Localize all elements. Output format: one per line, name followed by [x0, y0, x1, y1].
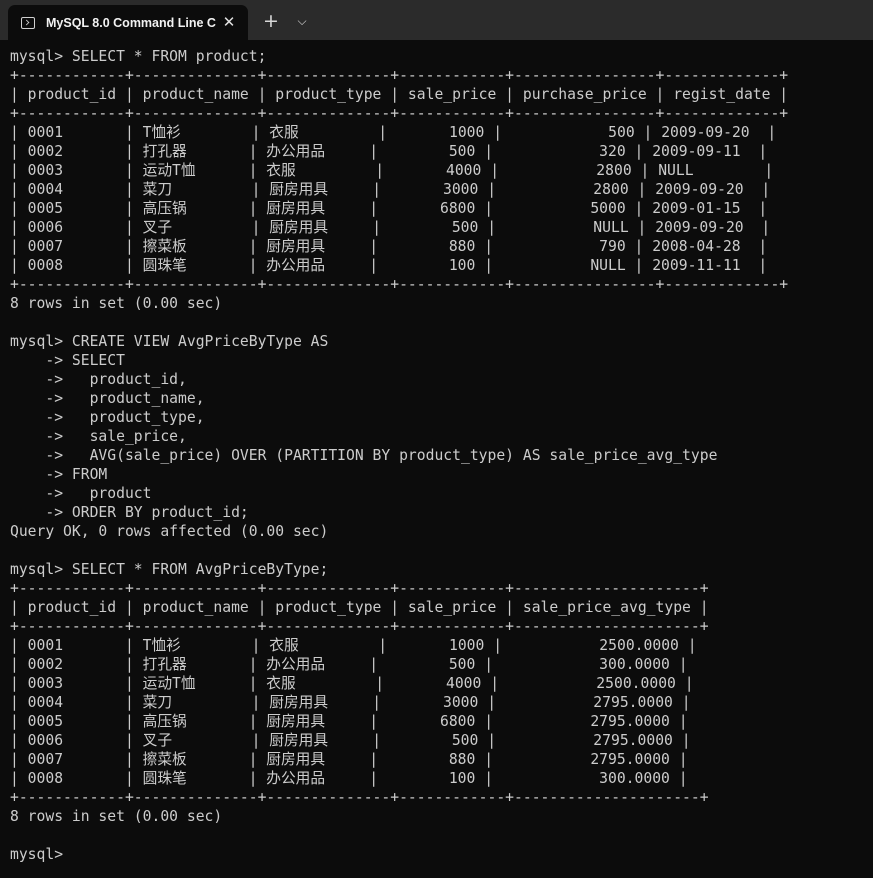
terminal-line: | 0007 | 擦菜板 | 厨房用具 | 880 | 790 | 2008-0…	[10, 238, 768, 255]
terminal-line: | 0004 | 菜刀 | 厨房用具 | 3000 | 2795.0000 |	[10, 694, 691, 711]
terminal-line: mysql>	[10, 846, 72, 863]
terminal-line: 8 rows in set (0.00 sec)	[10, 808, 223, 825]
tab-title: MySQL 8.0 Command Line Cli	[46, 15, 216, 30]
terminal-line: +------------+--------------+-----------…	[10, 67, 789, 84]
terminal-line: +------------+--------------+-----------…	[10, 618, 709, 635]
terminal-line: | 0007 | 擦菜板 | 厨房用具 | 880 | 2795.0000 |	[10, 751, 688, 768]
terminal-line: mysql> SELECT * FROM AvgPriceByType;	[10, 561, 329, 578]
terminal-line: +------------+--------------+-----------…	[10, 276, 789, 293]
terminal-line: -> sale_price,	[10, 428, 187, 445]
terminal-line: | product_id | product_name | product_ty…	[10, 86, 789, 103]
close-icon[interactable]: ✕	[220, 13, 238, 31]
terminal-line: -> FROM	[10, 466, 108, 483]
tab-mysql-cli[interactable]: MySQL 8.0 Command Line Cli ✕	[8, 5, 248, 40]
terminal-line: | 0008 | 圆珠笔 | 办公用品 | 100 | NULL | 2009-…	[10, 257, 768, 274]
terminal-line: +------------+--------------+-----------…	[10, 105, 789, 122]
terminal-line: | 0002 | 打孔器 | 办公用品 | 500 | 320 | 2009-0…	[10, 143, 768, 160]
terminal-line: | 0008 | 圆珠笔 | 办公用品 | 100 | 300.0000 |	[10, 770, 688, 787]
terminal-line: -> product_type,	[10, 409, 205, 426]
terminal-line: | 0005 | 高压锅 | 厨房用具 | 6800 | 5000 | 2009…	[10, 200, 768, 217]
terminal-line: -> product_id,	[10, 371, 187, 388]
terminal-line: | 0004 | 菜刀 | 厨房用具 | 3000 | 2800 | 2009-…	[10, 181, 771, 198]
terminal-line: | 0003 | 运动T恤 | 衣服 | 4000 | 2500.0000 |	[10, 675, 694, 692]
terminal-icon	[21, 16, 35, 29]
tab-bar: MySQL 8.0 Command Line Cli ✕ + ⌵	[0, 0, 873, 40]
terminal-line: +------------+--------------+-----------…	[10, 580, 709, 597]
chevron-down-icon[interactable]: ⌵	[291, 10, 313, 32]
terminal-line: | 0005 | 高压锅 | 厨房用具 | 6800 | 2795.0000 |	[10, 713, 688, 730]
terminal-line: -> product_name,	[10, 390, 205, 407]
terminal-line: mysql> CREATE VIEW AvgPriceByType AS	[10, 333, 329, 350]
terminal-window: MySQL 8.0 Command Line Cli ✕ + ⌵ mysql> …	[0, 0, 873, 878]
terminal-line: | 0006 | 叉子 | 厨房用具 | 500 | NULL | 2009-0…	[10, 219, 771, 236]
terminal-line: -> ORDER BY product_id;	[10, 504, 249, 521]
terminal-line: | product_id | product_name | product_ty…	[10, 599, 709, 616]
terminal-line: | 0001 | T恤衫 | 衣服 | 1000 | 500 | 2009-09…	[10, 124, 777, 141]
terminal-line: | 0001 | T恤衫 | 衣服 | 1000 | 2500.0000 |	[10, 637, 697, 654]
terminal-line: +------------+--------------+-----------…	[10, 789, 709, 806]
terminal-line: mysql> SELECT * FROM product;	[10, 48, 267, 65]
terminal-line: 8 rows in set (0.00 sec)	[10, 295, 223, 312]
terminal-output[interactable]: mysql> SELECT * FROM product; +----------…	[10, 47, 873, 878]
terminal-line: | 0003 | 运动T恤 | 衣服 | 4000 | 2800 | NULL …	[10, 162, 774, 179]
plus-icon[interactable]: +	[260, 10, 282, 32]
terminal-line: -> AVG(sale_price) OVER (PARTITION BY pr…	[10, 447, 718, 464]
terminal-line: | 0006 | 叉子 | 厨房用具 | 500 | 2795.0000 |	[10, 732, 691, 749]
terminal-line: | 0002 | 打孔器 | 办公用品 | 500 | 300.0000 |	[10, 656, 688, 673]
terminal-line: -> product	[10, 485, 152, 502]
terminal-line: Query OK, 0 rows affected (0.00 sec)	[10, 523, 329, 540]
terminal-line: -> SELECT	[10, 352, 125, 369]
